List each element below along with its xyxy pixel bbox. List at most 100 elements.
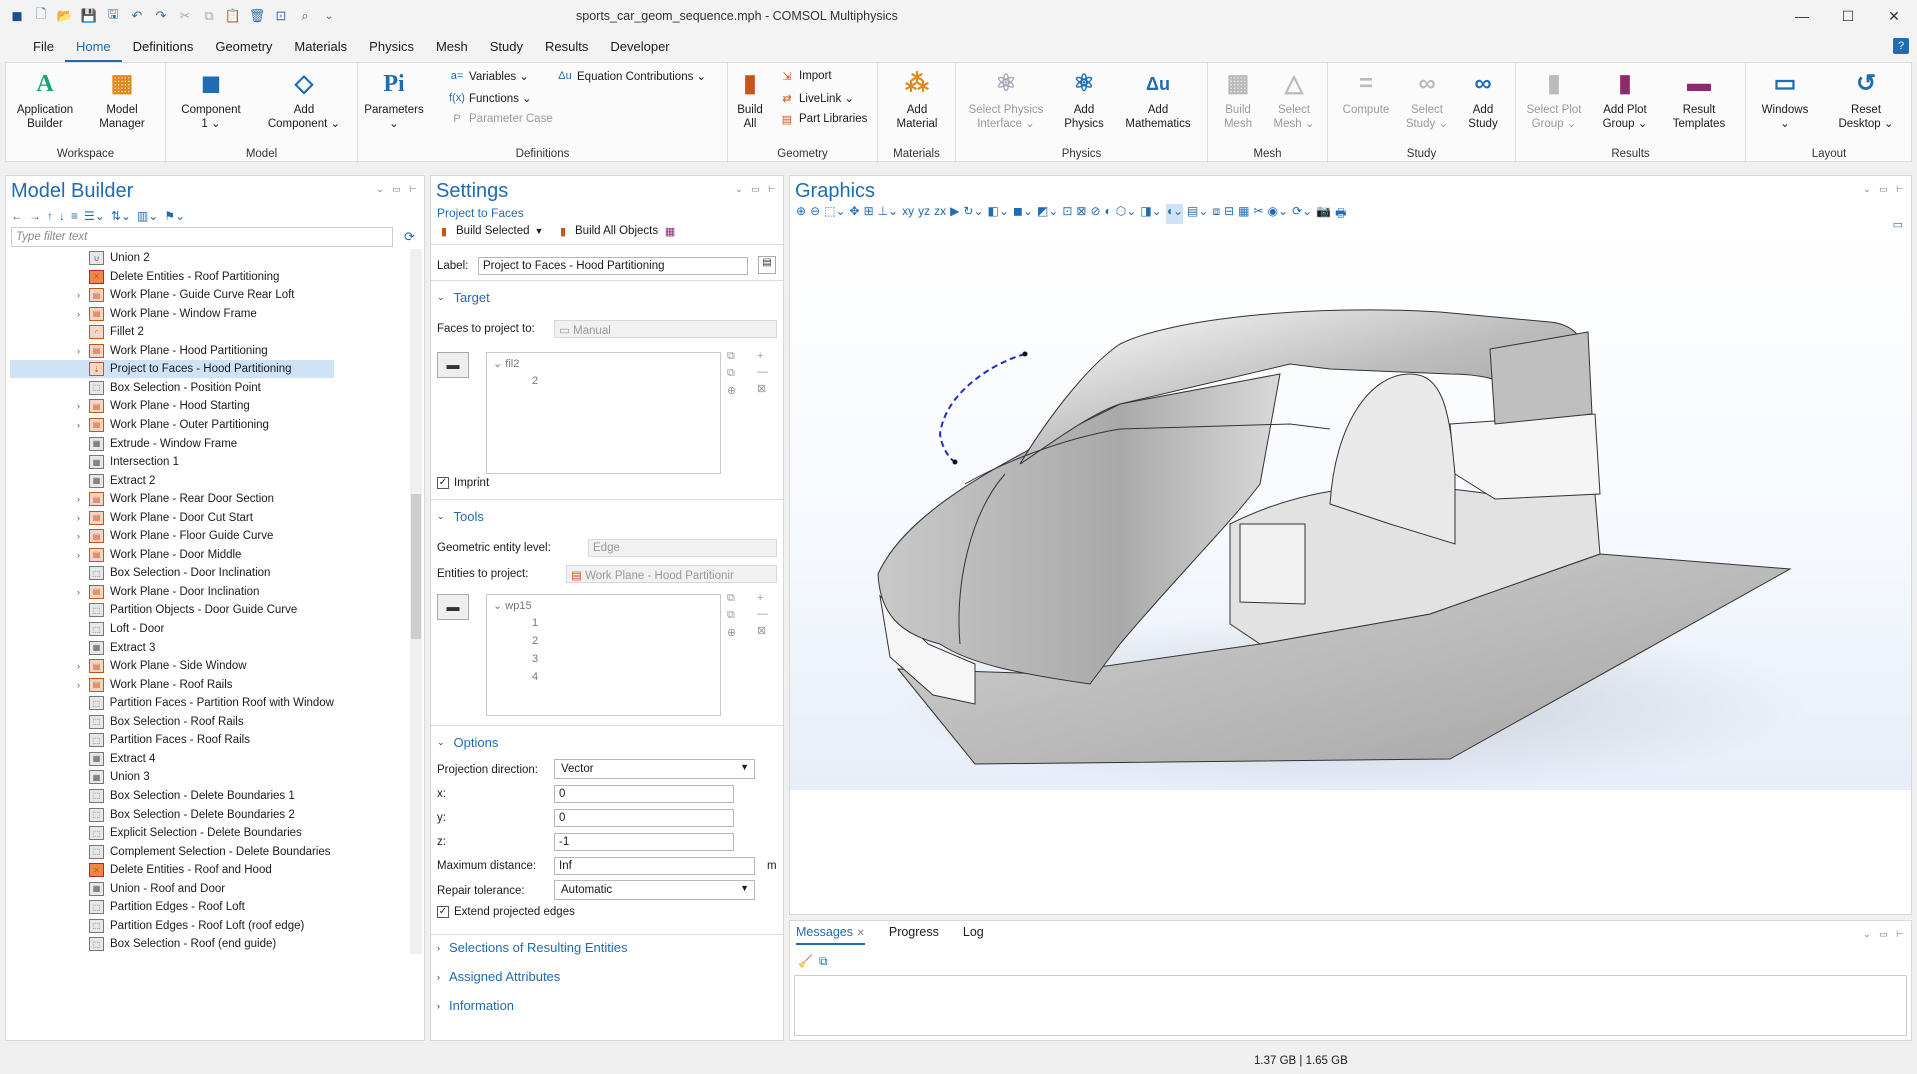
axis-orientation-icon[interactable]: ⊥⌄ [878,204,899,225]
tree-node[interactable]: › ▤ Work Plane - Window Frame [10,305,334,323]
build-selected-button[interactable]: ▮ Build Selected ▼ [437,224,543,238]
measure-icon[interactable]: ◉⌄ [1268,204,1289,225]
open-file-icon[interactable]: 📂 [54,5,76,27]
tree-node[interactable]: ⬚ Box Selection - Delete Boundaries 2 [10,806,334,824]
collapse-icon[interactable]: ≡ [71,209,78,223]
lighting-icon[interactable]: ◖⌄ [1165,204,1184,225]
sort-icon[interactable]: ⇅⌄ [111,209,131,223]
tree-node[interactable]: ▦ Extract 2 [10,472,334,490]
tree-node[interactable]: ⬚ Box Selection - Roof (end guide) [10,935,334,953]
select-icon[interactable]: ⊡ [270,5,292,27]
tab-log[interactable]: Log [963,925,984,945]
zoom-selection-icon[interactable]: ⊕ [727,626,736,639]
add-component-button[interactable]: ◇ Add Component ⌄ [261,69,347,131]
select-plot-group-button[interactable]: ▮ Select Plot Group ⌄ [1522,69,1586,131]
delete-icon[interactable]: 🗑 [246,5,268,27]
tree-node[interactable]: › ▤ Work Plane - Hood Starting [10,397,334,415]
hide-icon[interactable]: ⊘ [1090,204,1100,225]
expand-arrow-icon[interactable]: › [77,661,89,671]
tree-node[interactable]: ⇣ Project to Faces - Hood Partitioning [10,360,334,379]
expand-arrow-icon[interactable]: › [77,401,89,411]
tree-node[interactable]: › ▤ Work Plane - Roof Rails [10,676,334,694]
clipping-icon[interactable]: ✂ [1253,204,1263,225]
part-libraries-button[interactable]: ▤ Part Libraries [780,112,868,126]
tree-node[interactable]: › ▤ Work Plane - Door Middle [10,546,334,564]
add-icon[interactable]: + [757,592,768,604]
label-input[interactable]: Project to Faces - Hood Partitioning [478,257,748,275]
tree-node[interactable]: ⬚ Partition Faces - Roof Rails [10,731,334,749]
new-file-icon[interactable]: 🗋 [30,5,52,27]
extend-projected-edges-checkbox[interactable]: ✓ Extend projected edges [437,906,575,918]
paste-icon[interactable]: ⧉ [727,609,736,622]
zoom-box-icon[interactable]: ⬚⌄ [824,204,845,225]
forward-icon[interactable]: → [29,209,41,223]
help-icon[interactable]: ? [1893,38,1909,54]
add-material-button[interactable]: ⁂ Add Material [886,69,948,131]
copy-icon[interactable]: ⧉ [727,350,736,363]
tree-node[interactable]: ⬚ Partition Edges - Roof Loft (roof edge) [10,917,334,935]
label-action-icon[interactable]: ▤ [758,256,776,274]
go-to-view-icon[interactable]: ▶ [950,204,959,225]
graphics-canvas[interactable]: ▭ [790,219,1911,794]
zoom-out-icon[interactable]: ⊖ [810,204,820,225]
expand-icon[interactable]: ☰⌄ [84,209,105,223]
clear-selection-icon[interactable]: ⊠ [757,382,768,395]
expand-arrow-icon[interactable]: › [77,531,89,541]
expand-arrow-icon[interactable]: › [77,513,89,523]
select-mesh-button[interactable]: △ Select Mesh ⌄ [1266,69,1322,131]
tree-node[interactable]: ✕ Delete Entities - Roof and Hood [10,861,334,879]
tree-node[interactable]: ⬚ Explicit Selection - Delete Boundaries [10,824,334,842]
add-icon[interactable]: + [757,350,768,362]
select-boundaries-icon[interactable]: ◩⌄ [1037,204,1058,225]
expand-arrow-icon[interactable]: › [77,587,89,597]
section-tools[interactable]: ⌄ Tools [437,509,484,524]
tree-node[interactable]: › ▤ Work Plane - Floor Guide Curve [10,527,334,545]
zoom-in-icon[interactable]: ⊕ [796,204,806,225]
cut-icon[interactable]: ✂ [174,5,196,27]
panel-controls[interactable]: ⌄ ▭ ⊢ [376,184,420,195]
save-as-icon[interactable]: 🖫 [102,5,124,27]
tree-node[interactable]: ⬚ Partition Edges - Roof Loft [10,898,334,916]
render-icon[interactable]: ◨⌄ [1140,204,1161,225]
build-all-button[interactable]: ▮ Build All [732,69,768,131]
save-icon[interactable]: 💾 [78,5,100,27]
tree-node[interactable]: ✕ Delete Entities - Roof Partitioning [10,268,334,286]
filter-input[interactable]: Type filter text [11,227,393,247]
rotate-icon[interactable]: ↻⌄ [963,204,983,225]
copy-icon[interactable]: ⧉ [727,592,736,605]
tree-node[interactable]: ▦ Extract 3 [10,639,334,657]
expand-arrow-icon[interactable]: › [77,346,89,356]
list-item[interactable]: ⌄ fil2 [493,357,519,370]
view-xy-icon[interactable]: xy [902,204,914,225]
paste-icon[interactable]: ⧉ [727,367,736,380]
tree-node[interactable]: ⬚ Partition Faces - Partition Roof with W… [10,694,334,712]
transparency-icon[interactable]: ◐ [1105,204,1112,225]
wireframe-icon[interactable]: ⬡⌄ [1116,204,1137,225]
expand-arrow-icon[interactable]: › [77,680,89,690]
tree-node[interactable]: ⬚ Box Selection - Door Inclination [10,564,334,582]
remove-icon[interactable]: — [757,608,768,620]
undo-icon[interactable]: ↶ [126,5,148,27]
livelink-button[interactable]: ⇄ LiveLink ⌄ [780,91,854,106]
add-mathematics-button[interactable]: Δu Add Mathematics [1118,69,1198,131]
tree-node[interactable]: › ▤ Work Plane - Door Inclination [10,583,334,601]
section-selections-resulting[interactable]: › Selections of Resulting Entities [437,940,627,955]
menu-mesh[interactable]: Mesh [425,32,479,62]
refresh-icon[interactable]: ⟳ [404,229,415,245]
tree-node[interactable]: › ▤ Work Plane - Side Window [10,657,334,675]
section-options[interactable]: ⌄ Options [437,735,498,750]
back-icon[interactable]: ← [11,209,23,223]
tree-scrollbar[interactable] [410,249,422,954]
find-icon[interactable]: ⌕ [294,5,316,27]
view-icon[interactable]: ▥⌄ [137,209,158,223]
select-box-icon[interactable]: ⊡ [1062,204,1072,225]
menu-study[interactable]: Study [479,32,534,62]
tree-node[interactable]: ⬚ Loft - Door [10,620,334,638]
paste-icon[interactable]: 📋 [222,5,244,27]
projection-direction-select[interactable]: Vector ▼ [554,759,755,779]
y-input[interactable]: 0 [554,809,734,827]
copy-messages-icon[interactable]: ⧉ [819,954,828,969]
tree-node[interactable]: › ▤ Work Plane - Guide Curve Rear Loft [10,286,334,304]
view-zx-icon[interactable]: zx [934,204,946,225]
add-study-button[interactable]: ∞ Add Study [1458,69,1508,131]
